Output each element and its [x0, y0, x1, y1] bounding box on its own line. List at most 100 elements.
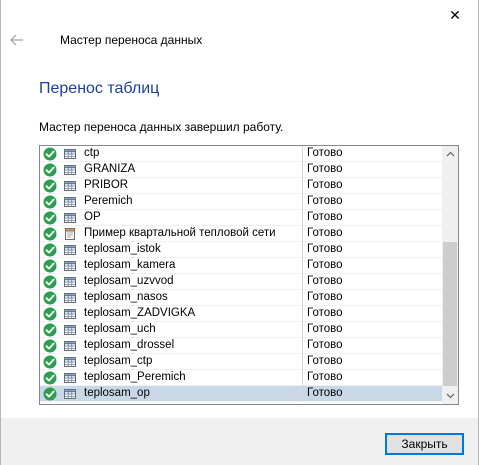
list-item[interactable]: PRIBOR Готово	[40, 178, 444, 194]
table-icon	[64, 149, 76, 159]
page-title: Перенос таблиц	[39, 80, 160, 97]
list-item[interactable]: ctp Готово	[40, 146, 444, 162]
list-item-name: teplosam_istok	[84, 243, 161, 255]
table-icon	[64, 373, 76, 383]
list-item-result: Готово	[307, 371, 343, 383]
column-divider	[302, 210, 303, 226]
list-item[interactable]: teplosam_nasos Готово	[40, 290, 444, 306]
list-rows: ctp Готово GRANIZA Готово PRIBOR Готово Peremi…	[40, 146, 444, 402]
column-divider	[302, 386, 303, 402]
column-divider	[302, 354, 303, 370]
list-item-name: teplosam_drossel	[84, 339, 175, 351]
column-divider	[302, 146, 303, 162]
list-item-name: Пример квартальной тепловой сети	[84, 227, 276, 239]
list-item[interactable]: Пример квартальной тепловой сети Готово	[40, 226, 444, 242]
success-check-icon	[43, 211, 57, 225]
close-button[interactable]: Закрыть	[385, 433, 464, 455]
table-icon	[64, 325, 76, 335]
column-divider	[302, 194, 303, 210]
column-divider	[302, 338, 303, 354]
vertical-scrollbar[interactable]	[442, 146, 458, 404]
table-icon	[64, 293, 76, 303]
success-check-icon	[43, 291, 57, 305]
table-icon	[64, 389, 76, 399]
status-text: Мастер переноса данных завершил работу.	[39, 120, 284, 134]
list-item[interactable]: teplosam_kamera Готово	[40, 258, 444, 274]
column-divider	[302, 306, 303, 322]
list-item-name: teplosam_ZADVIGKA	[84, 307, 196, 319]
list-item-name: teplosam_kamera	[84, 259, 176, 271]
list-item-result: Готово	[307, 275, 343, 287]
transfer-results-list[interactable]: ctp Готово GRANIZA Готово PRIBOR Готово Peremi…	[39, 145, 459, 405]
column-divider	[302, 242, 303, 258]
list-item[interactable]: teplosam_uzvvod Готово	[40, 274, 444, 290]
list-item[interactable]: teplosam_op Готово	[40, 386, 444, 402]
table-icon	[64, 277, 76, 287]
list-item-name: teplosam_nasos	[84, 291, 168, 303]
window-close-button[interactable]: ✕	[432, 0, 478, 30]
success-check-icon	[43, 179, 57, 193]
back-button[interactable]	[5, 28, 29, 52]
list-item-result: Готово	[307, 355, 343, 367]
list-item-result: Готово	[307, 211, 343, 223]
success-check-icon	[43, 339, 57, 353]
table-icon	[64, 165, 76, 175]
wizard-window: ✕ Мастер переноса данных Перенос таблиц …	[0, 0, 479, 465]
scroll-up-button[interactable]	[442, 146, 458, 162]
list-item-name: teplosam_ctp	[84, 355, 153, 367]
column-divider	[302, 226, 303, 242]
table-icon	[64, 357, 76, 367]
list-item-result: Готово	[307, 147, 343, 159]
success-check-icon	[43, 323, 57, 337]
table-icon	[64, 261, 76, 271]
table-icon	[64, 245, 76, 255]
list-item[interactable]: OP Готово	[40, 210, 444, 226]
column-divider	[302, 322, 303, 338]
column-divider	[302, 290, 303, 306]
list-item-result: Готово	[307, 307, 343, 319]
list-item-result: Готово	[307, 259, 343, 271]
list-item[interactable]: teplosam_ZADVIGKA Готово	[40, 306, 444, 322]
table-icon	[64, 181, 76, 191]
list-item-name: OP	[84, 211, 101, 223]
scroll-down-button[interactable]	[442, 388, 458, 404]
success-check-icon	[43, 227, 57, 241]
column-divider	[302, 370, 303, 386]
list-item-result: Готово	[307, 323, 343, 335]
list-item-name: GRANIZA	[84, 163, 136, 175]
table-icon	[64, 213, 76, 223]
list-item[interactable]: GRANIZA Готово	[40, 162, 444, 178]
list-item[interactable]: teplosam_uch Готово	[40, 322, 444, 338]
chevron-down-icon	[446, 393, 454, 399]
column-divider	[302, 162, 303, 178]
document-icon	[65, 228, 75, 240]
success-check-icon	[43, 387, 57, 401]
close-icon: ✕	[449, 6, 461, 23]
list-item-name: Peremich	[84, 195, 133, 207]
column-divider	[302, 258, 303, 274]
list-item[interactable]: teplosam_istok Готово	[40, 242, 444, 258]
scroll-thumb[interactable]	[443, 242, 457, 386]
success-check-icon	[43, 275, 57, 289]
arrow-left-icon	[10, 34, 23, 46]
success-check-icon	[43, 355, 57, 369]
list-item[interactable]: Peremich Готово	[40, 194, 444, 210]
list-item-name: teplosam_op	[84, 387, 150, 399]
list-item-name: teplosam_uzvvod	[84, 275, 174, 287]
success-check-icon	[43, 163, 57, 177]
list-item-name: teplosam_uch	[84, 323, 156, 335]
list-item-result: Готово	[307, 163, 343, 175]
column-divider	[302, 178, 303, 194]
success-check-icon	[43, 371, 57, 385]
success-check-icon	[43, 195, 57, 209]
list-item[interactable]: teplosam_ctp Готово	[40, 354, 444, 370]
success-check-icon	[43, 243, 57, 257]
column-divider	[302, 274, 303, 290]
list-item[interactable]: teplosam_Peremich Готово	[40, 370, 444, 386]
list-item-result: Готово	[307, 291, 343, 303]
list-item-name: ctp	[84, 147, 100, 159]
table-icon	[64, 197, 76, 207]
table-icon	[64, 309, 76, 319]
list-item[interactable]: teplosam_drossel Готово	[40, 338, 444, 354]
list-item-name: teplosam_Peremich	[84, 371, 186, 383]
